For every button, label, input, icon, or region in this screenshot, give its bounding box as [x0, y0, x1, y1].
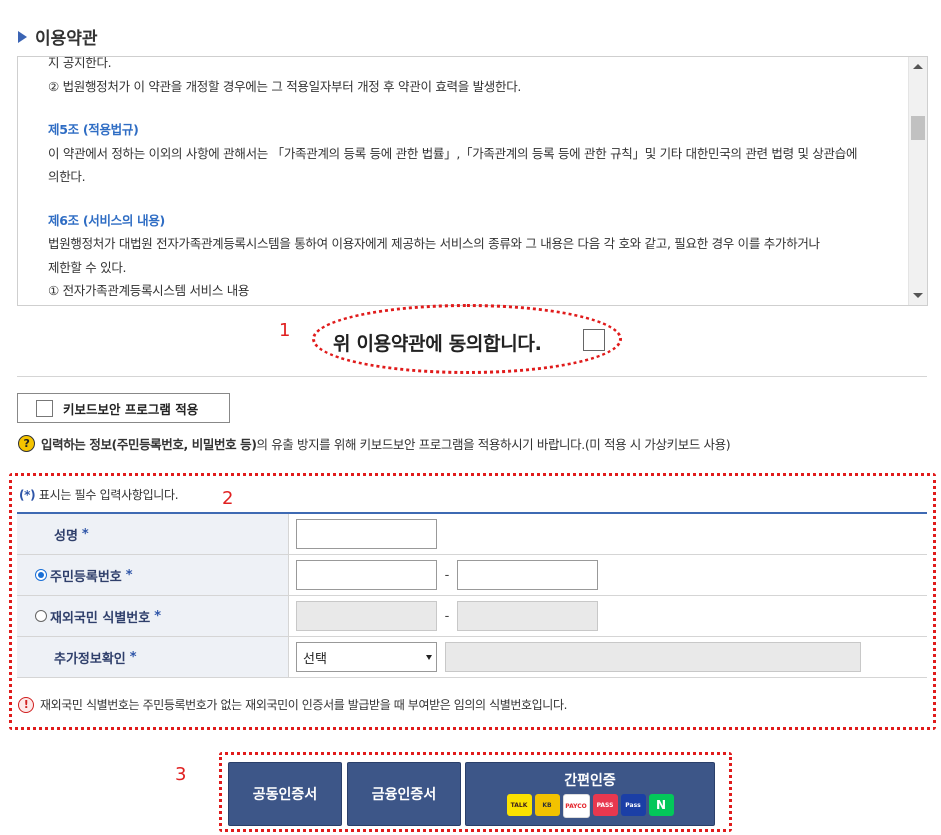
scroll-up-arrow-icon[interactable] — [913, 64, 923, 69]
help-rest: 의 유출 방지를 위해 키보드보안 프로그램을 적용하시기 바랍니다.(미 적용… — [256, 437, 731, 452]
easy-auth-label: 간편인증 — [564, 773, 616, 789]
form-row-extra: 추가정보확인 * 선택 — [17, 636, 927, 678]
kb-icon: KB — [534, 794, 560, 816]
samsung-pass-icon: Pass — [620, 794, 646, 816]
required-note-text: 표시는 필수 입력사항입니다. — [35, 488, 179, 502]
extra-info-input[interactable] — [445, 642, 862, 672]
pass-icon: PASS — [592, 794, 618, 816]
divider — [17, 376, 927, 377]
scroll-thumb[interactable] — [911, 116, 925, 140]
warning-text: 재외국민 식별번호는 주민등록번호가 없는 재외국민이 인증서를 발급받을 때 … — [40, 698, 568, 712]
terms-line: 이 약관에서 정하는 이외의 사항에 관해서는 「가족관계의 등록 등에 관한 … — [48, 145, 858, 161]
foreign-back-input[interactable] — [457, 601, 598, 631]
extra-info-select[interactable]: 선택 — [296, 642, 437, 672]
form-row-name: 성명 * — [17, 512, 927, 555]
rrn-option[interactable]: 주민등록번호 * — [17, 566, 288, 585]
joint-certificate-button[interactable]: 공동인증서 — [228, 762, 342, 826]
annotation-number-3: 3 — [175, 764, 187, 785]
terms-scrollbar[interactable] — [908, 57, 927, 305]
foreign-id-warning: ! 재외국민 식별번호는 주민등록번호가 없는 재외국민이 인증서를 발급받을 … — [18, 696, 567, 713]
foreign-front-input[interactable] — [296, 601, 437, 631]
terms-article-heading: 제5조 (적용법규) — [48, 122, 139, 137]
terms-box[interactable]: 지 공지한다. ② 법원행정처가 이 약관을 개정할 경우에는 그 적용일자부터 … — [17, 56, 928, 306]
keyboard-security-button[interactable]: 키보드보안 프로그램 적용 — [17, 393, 230, 423]
form-row-foreign: 재외국민 식별번호 * - — [17, 595, 927, 637]
name-label: 성명 * — [54, 526, 89, 544]
kakao-icon: TALK — [506, 794, 532, 816]
rrn-radio[interactable] — [35, 569, 47, 581]
section-title: 이용약관 — [35, 29, 98, 49]
terms-content: 지 공지한다. ② 법원행정처가 이 약관을 개정할 경우에는 그 적용일자부터 … — [18, 57, 908, 305]
terms-line: 지 공지한다. — [48, 57, 112, 70]
terms-line: 제한할 수 있다. — [48, 259, 127, 275]
question-icon: ? — [18, 435, 35, 452]
required-star: (*) — [19, 488, 36, 502]
terms-line: ① 전자가족관계등록시스템 서비스 내용 — [48, 283, 250, 298]
triangle-bullet-icon — [18, 30, 27, 43]
required-note: (*) 표시는 필수 입력사항입니다. — [19, 486, 179, 503]
finance-certificate-button[interactable]: 금융인증서 — [347, 762, 461, 826]
terms-spacer — [48, 189, 908, 209]
name-input[interactable] — [296, 519, 437, 549]
naver-icon: N — [648, 794, 674, 816]
rrn-back-input[interactable] — [457, 560, 598, 590]
terms-spacer — [48, 98, 908, 118]
dropdown-arrow-icon — [426, 654, 432, 660]
payco-icon: PAYCO — [562, 794, 590, 818]
agree-label: 위 이용약관에 동의합니다. — [333, 333, 542, 355]
terms-article-heading: 제6조 (서비스의 내용) — [48, 212, 165, 228]
help-bold: 입력하는 정보(주민등록번호, 비밀번호 등) — [41, 437, 257, 452]
foreign-option[interactable]: 재외국민 식별번호 * — [17, 607, 288, 626]
section-header: 이용약관 — [18, 24, 98, 49]
exclamation-icon: ! — [18, 696, 34, 713]
form-row-rrn: 주민등록번호 * - — [17, 554, 927, 596]
terms-line: 법원행정처가 대법원 전자가족관계등록시스템을 통하여 이용자에게 제공하는 서… — [48, 236, 820, 251]
annotation-number-1: 1 — [279, 320, 291, 341]
scroll-down-arrow-icon[interactable] — [913, 293, 923, 298]
foreign-radio[interactable] — [35, 610, 47, 622]
keyboard-security-checkbox[interactable] — [36, 399, 53, 417]
annotation-number-2: 2 — [222, 488, 234, 509]
terms-line: ② 법원행정처가 이 약관을 개정할 경우에는 그 적용일자부터 개정 후 약관… — [48, 78, 522, 94]
agree-checkbox[interactable] — [583, 329, 605, 351]
easy-auth-provider-icons: TALK KB PAYCO PASS Pass N — [506, 794, 674, 818]
identity-form: 성명 * 주민등록번호 * - 재외국민 식별번호 * - 추가정보확인 * 선… — [17, 512, 927, 678]
extra-label: 추가정보확인 * — [54, 649, 137, 667]
easy-auth-button[interactable]: 간편인증 TALK KB PAYCO PASS Pass N — [465, 762, 715, 826]
keyboard-security-label: 키보드보안 프로그램 적용 — [63, 401, 199, 417]
keyboard-help-text: ? 입력하는 정보(주민등록번호, 비밀번호 등)의 유출 방지를 위해 키보드… — [18, 434, 731, 453]
rrn-front-input[interactable] — [296, 560, 437, 590]
terms-line: 의한다. — [48, 169, 86, 184]
